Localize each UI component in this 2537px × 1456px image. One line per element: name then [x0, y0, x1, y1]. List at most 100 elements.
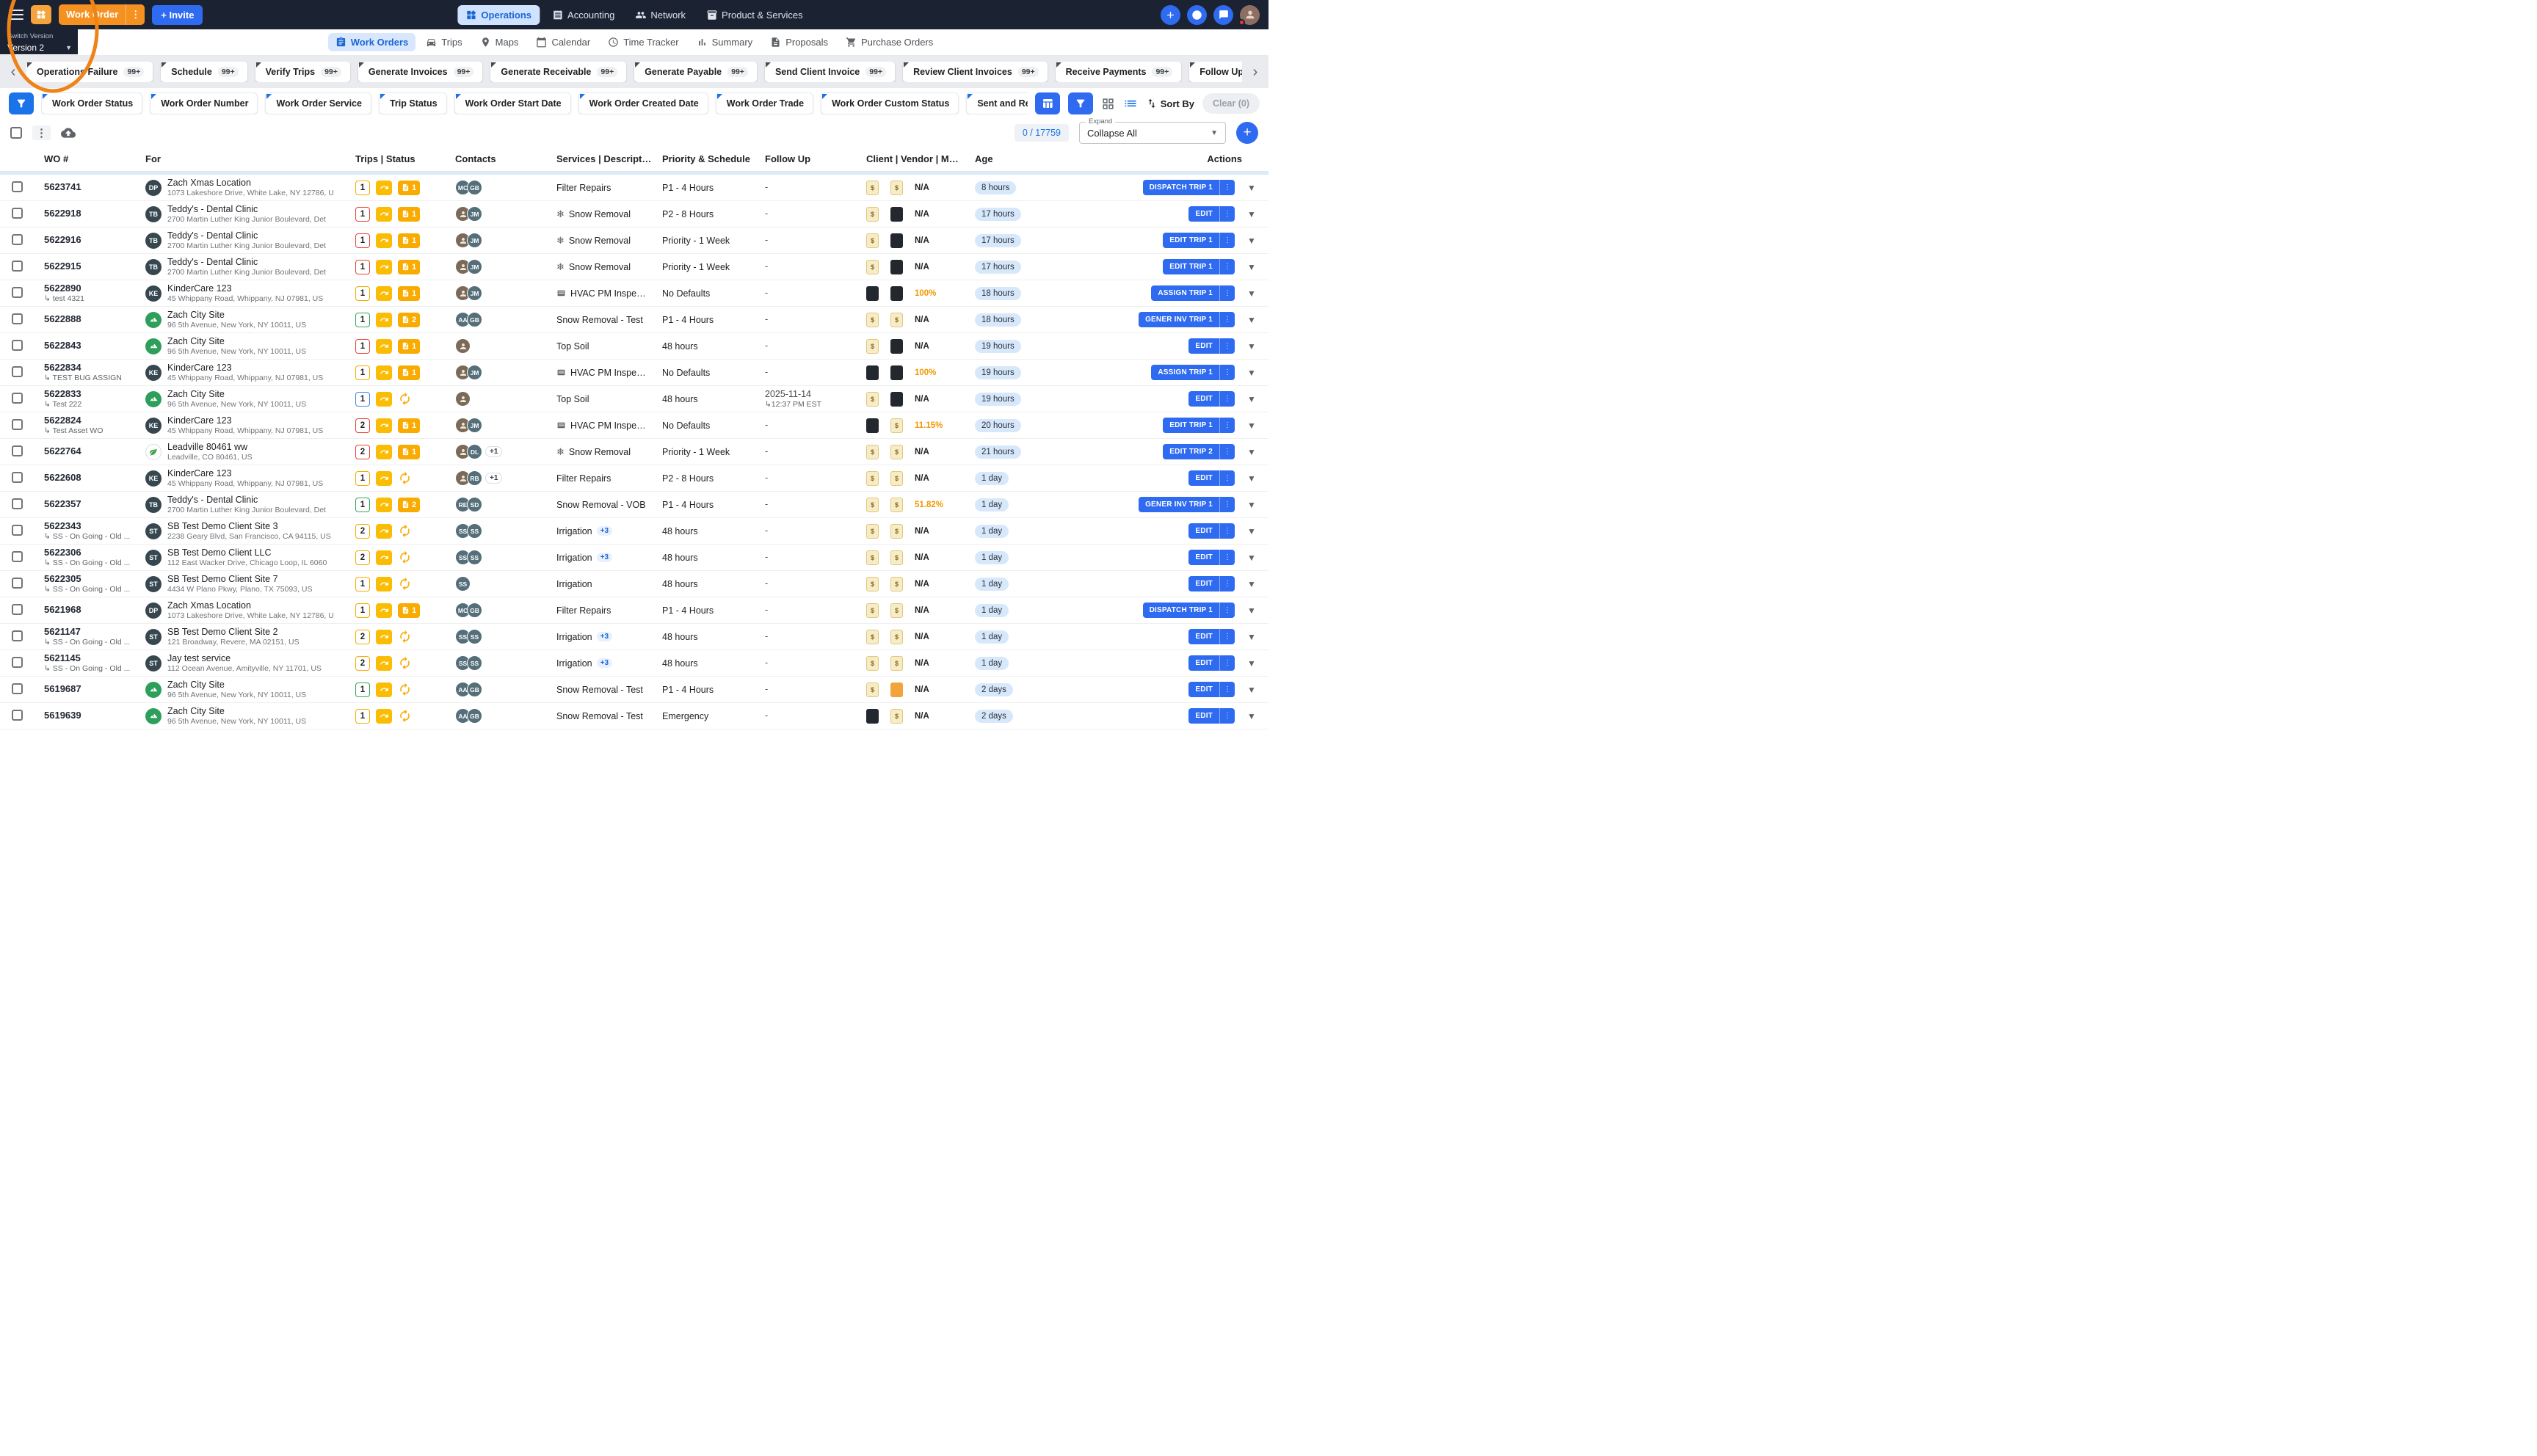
row-checkbox[interactable]: [12, 551, 23, 562]
filter-chip-work-order-number[interactable]: Work Order Number: [150, 92, 258, 114]
trip-status-icon[interactable]: [376, 577, 392, 592]
document-icon[interactable]: [866, 365, 879, 380]
primary-nav-accounting[interactable]: Accounting: [544, 5, 623, 25]
action-button[interactable]: DISPATCH TRIP 1⋮: [1143, 180, 1235, 195]
select-all-checkbox[interactable]: [10, 127, 22, 139]
table-row[interactable]: 5619639 Zach City Site96 5th Avenue, New…: [0, 703, 1268, 729]
row-checkbox[interactable]: [12, 366, 23, 377]
wo-number[interactable]: 5622357: [44, 499, 145, 510]
row-checkbox[interactable]: [12, 340, 23, 351]
row-expand-chevron-icon[interactable]: ▼: [1245, 421, 1258, 431]
wo-number[interactable]: 5622824: [44, 415, 145, 426]
trip-count-chip[interactable]: 1: [355, 577, 370, 592]
contact-avatar[interactable]: GB: [467, 603, 482, 618]
row-checkbox[interactable]: [12, 604, 23, 615]
row-expand-chevron-icon[interactable]: ▼: [1245, 262, 1258, 272]
trip-invoice-count[interactable]: 1: [398, 286, 420, 301]
contact-avatar[interactable]: SS: [467, 629, 482, 644]
row-expand-chevron-icon[interactable]: ▼: [1245, 500, 1258, 510]
document-icon[interactable]: [890, 233, 903, 248]
trip-status-icon[interactable]: [376, 313, 392, 327]
action-button[interactable]: DISPATCH TRIP 1⋮: [1143, 603, 1235, 618]
row-expand-chevron-icon[interactable]: ▼: [1245, 288, 1258, 299]
action-more-icon[interactable]: ⋮: [1219, 497, 1235, 512]
advanced-filter-button[interactable]: [1068, 92, 1093, 114]
action-button[interactable]: EDIT TRIP 1⋮: [1163, 259, 1235, 274]
help-button[interactable]: [1187, 5, 1207, 25]
grid-view-icon[interactable]: [1101, 97, 1115, 111]
row-checkbox[interactable]: [12, 287, 23, 298]
invoice-icon[interactable]: $: [866, 339, 879, 354]
wo-number[interactable]: 5622608: [44, 473, 145, 484]
trip-count-chip[interactable]: 1: [355, 471, 370, 486]
action-button[interactable]: GENER INV TRIP 1⋮: [1139, 497, 1235, 512]
wo-number[interactable]: 5622305: [44, 574, 145, 585]
trip-count-chip[interactable]: 1: [355, 260, 370, 274]
service-more-chip[interactable]: +3: [597, 632, 612, 641]
row-expand-chevron-icon[interactable]: ▼: [1245, 711, 1258, 721]
trip-pending-icon[interactable]: [398, 577, 412, 591]
invoice-icon[interactable]: $: [866, 445, 879, 459]
action-more-icon[interactable]: ⋮: [1219, 444, 1235, 459]
contact-avatar[interactable]: GB: [467, 708, 482, 724]
table-row[interactable]: 5622357 TBTeddy's - Dental Clinic2700 Ma…: [0, 492, 1268, 518]
contact-avatar[interactable]: JM: [467, 418, 482, 433]
action-button[interactable]: EDIT⋮: [1188, 576, 1235, 592]
wo-number[interactable]: 5622764: [44, 446, 145, 457]
invoice-icon[interactable]: $: [866, 260, 879, 274]
wo-number[interactable]: 5622306: [44, 547, 145, 558]
invoice-icon[interactable]: $: [890, 603, 903, 618]
expand-collapse-select[interactable]: Expand Collapse All ▼: [1079, 122, 1226, 144]
subnav-summary[interactable]: Summary: [689, 33, 761, 51]
table-row[interactable]: 5622343↳ SS - On Going - Old ... STSB Te…: [0, 518, 1268, 545]
more-actions-icon[interactable]: ⋮: [32, 125, 51, 140]
column-header-contacts[interactable]: Contacts: [455, 153, 556, 164]
add-work-order-button[interactable]: +: [1236, 122, 1258, 144]
subnav-calendar[interactable]: Calendar: [529, 33, 598, 51]
action-more-icon[interactable]: ⋮: [1219, 603, 1235, 618]
column-header-age[interactable]: Age: [975, 153, 1047, 164]
column-header-services-descript-[interactable]: Services | Descript…: [556, 153, 662, 164]
table-row[interactable]: 5622306↳ SS - On Going - Old ... STSB Te…: [0, 545, 1268, 571]
trip-status-icon[interactable]: [376, 524, 392, 539]
action-button[interactable]: EDIT⋮: [1188, 629, 1235, 644]
wo-number[interactable]: 5622888: [44, 314, 145, 325]
service-more-chip[interactable]: +3: [597, 526, 612, 536]
contact-avatar[interactable]: SS: [467, 550, 482, 565]
primary-nav-product-services[interactable]: Product & Services: [698, 5, 811, 25]
invoice-icon[interactable]: $: [866, 524, 879, 539]
trip-count-chip[interactable]: 1: [355, 392, 370, 407]
workflow-tab-receive-payments[interactable]: Receive Payments99+: [1056, 62, 1182, 82]
invoice-icon[interactable]: $: [866, 181, 879, 195]
contact-avatar[interactable]: [455, 391, 471, 407]
trip-count-chip[interactable]: 2: [355, 524, 370, 539]
contact-more-badge[interactable]: +1: [485, 473, 502, 484]
invoice-icon[interactable]: $: [890, 656, 903, 671]
trip-status-icon[interactable]: [376, 339, 392, 354]
table-row[interactable]: 5623741 DPZach Xmas Location1073 Lakesho…: [0, 175, 1268, 201]
invoice-icon[interactable]: $: [866, 471, 879, 486]
user-avatar[interactable]: [1240, 5, 1260, 25]
subnav-purchase-orders[interactable]: Purchase Orders: [838, 33, 940, 51]
trip-count-chip[interactable]: 1: [355, 286, 370, 301]
row-expand-chevron-icon[interactable]: ▼: [1245, 473, 1258, 484]
table-row[interactable]: 5622890↳ test 4321 KEKinderCare 12345 Wh…: [0, 280, 1268, 307]
add-circle-button[interactable]: [1161, 5, 1180, 25]
version-select[interactable]: Version 2 ▼: [7, 43, 72, 53]
subnav-time-tracker[interactable]: Time Tracker: [600, 33, 686, 51]
invoice-icon[interactable]: $: [866, 656, 879, 671]
invoice-icon[interactable]: $: [890, 498, 903, 512]
action-more-icon[interactable]: ⋮: [1219, 206, 1235, 222]
work-order-button[interactable]: Work Order ⋮: [59, 4, 145, 25]
contact-avatar[interactable]: JM: [467, 285, 482, 301]
trip-pending-icon[interactable]: [398, 471, 412, 485]
invoice-icon[interactable]: $: [866, 207, 879, 222]
trip-invoice-count[interactable]: 1: [398, 365, 420, 380]
row-checkbox[interactable]: [12, 683, 23, 694]
contact-avatar[interactable]: JM: [467, 206, 482, 222]
row-checkbox[interactable]: [12, 710, 23, 721]
trip-invoice-count[interactable]: 1: [398, 445, 420, 459]
contact-avatar[interactable]: GB: [467, 312, 482, 327]
column-header-for[interactable]: For: [145, 153, 355, 164]
document-icon[interactable]: [890, 339, 903, 354]
